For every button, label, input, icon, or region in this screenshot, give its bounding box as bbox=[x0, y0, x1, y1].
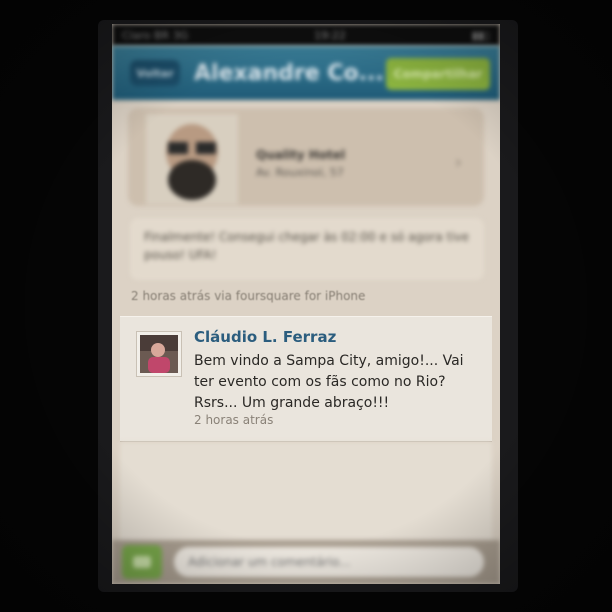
comment-text: Bem vindo a Sampa City, amigo!... Vai te… bbox=[194, 353, 464, 411]
camera-icon bbox=[133, 556, 151, 568]
avatar[interactable] bbox=[136, 331, 182, 377]
comment-input[interactable] bbox=[174, 547, 484, 577]
checkin-shout: Finalmente! Consegui chegar às 02:00 e s… bbox=[130, 218, 484, 280]
venue-card[interactable]: Quality Hotel Av. Rouxinol, 57 › bbox=[128, 108, 484, 206]
share-button[interactable]: Compartilhar bbox=[386, 58, 490, 90]
venue-name: Quality Hotel bbox=[256, 148, 346, 162]
checkin-source: via foursquare for iPhone bbox=[214, 289, 366, 303]
clock: 19:22 bbox=[314, 28, 346, 42]
page-title: Alexandre Co... bbox=[194, 60, 384, 86]
app-screen: Claro BR 3G 19:22 ▮▮▯ Voltar Alexandre C… bbox=[112, 24, 500, 584]
comment-time: 2 horas atrás bbox=[194, 413, 274, 427]
carrier-label: Claro BR 3G bbox=[122, 28, 189, 42]
checkin-photo bbox=[146, 114, 238, 204]
navigation-bar: Voltar Alexandre Co... Compartilhar bbox=[112, 46, 500, 100]
battery-icon: ▮▮▯ bbox=[471, 28, 490, 42]
back-button[interactable]: Voltar bbox=[130, 60, 180, 86]
camera-button[interactable] bbox=[122, 545, 162, 579]
comments-empty-space bbox=[120, 442, 492, 552]
checkin-meta: 2 horas atrás via foursquare for iPhone bbox=[131, 289, 365, 303]
comment-item: Cláudio L. Ferraz Bem vindo a Sampa City… bbox=[120, 316, 492, 442]
comment-author[interactable]: Cláudio L. Ferraz bbox=[194, 328, 336, 346]
comment-composer bbox=[112, 540, 500, 584]
venue-address: Av. Rouxinol, 57 bbox=[256, 166, 344, 179]
chevron-right-icon: › bbox=[454, 152, 462, 173]
status-bar: Claro BR 3G 19:22 ▮▮▯ bbox=[112, 24, 500, 46]
checkin-time: 2 horas atrás bbox=[131, 289, 211, 303]
